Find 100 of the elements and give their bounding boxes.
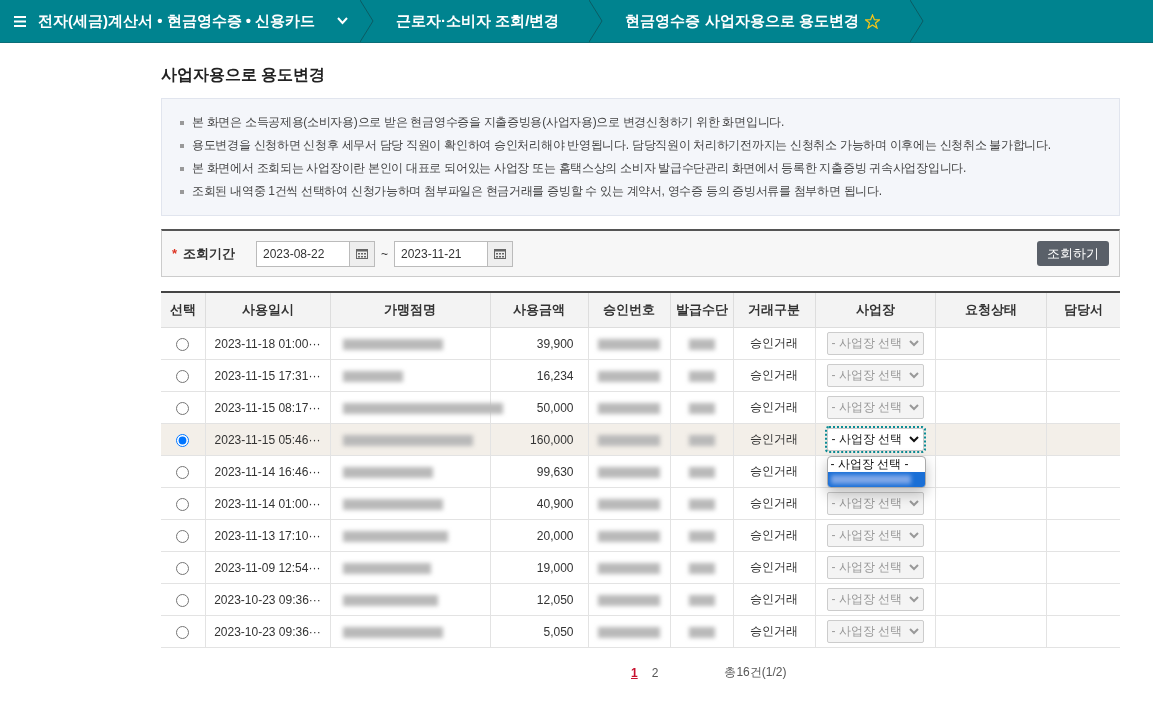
table-cell: 2023-10-23 09:36··· xyxy=(205,583,330,616)
notice-text: 본 화면에서 조회되는 사업장이란 본인이 대표로 되어있는 사업장 또는 홈택스상의 소비자 발급수단관리 화면에서 등록한 지출증빙 귀속사업장입니다. xyxy=(192,161,966,176)
chevron-down-icon xyxy=(908,436,919,443)
table-cell: 승인거래 xyxy=(733,359,815,392)
chevron-down-icon xyxy=(908,596,919,603)
column-header: 가맹점명 xyxy=(330,292,490,328)
table-cell: 5,050 xyxy=(490,615,588,648)
chevron-down-icon xyxy=(908,340,919,347)
table-cell: 승인거래 xyxy=(733,551,815,584)
notice-text: 조회된 내역중 1건씩 선택하여 신청가능하며 첨부파일은 현금거래를 증빙할 수 있는 계약서, 영수증 등의 증빙서류를 첨부하면 됩니다. xyxy=(192,184,882,199)
column-header: 담당서 xyxy=(1046,292,1120,328)
column-header: 요청상태 xyxy=(935,292,1046,328)
chevron-down-icon xyxy=(337,17,348,25)
chevron-down-icon xyxy=(908,532,919,539)
blurred-text xyxy=(688,402,715,414)
table-cell: 2023-11-15 17:31··· xyxy=(205,359,330,392)
date-field[interactable]: 2023-11-21 xyxy=(394,240,513,267)
table-cell: 승인거래 xyxy=(733,615,815,648)
blurred-text xyxy=(598,498,660,510)
table-cell: 99,630 xyxy=(490,455,588,488)
blurred-text xyxy=(688,594,715,606)
table-cell: 160,000 xyxy=(490,423,588,456)
column-header: 발급수단 xyxy=(670,292,733,328)
blurred-text xyxy=(688,530,715,542)
table-cell: 승인거래 xyxy=(733,455,815,488)
page-title: 사업자용으로 용도변경 xyxy=(161,65,326,85)
table-cell: 2023-11-13 17:10··· xyxy=(205,519,330,552)
column-header: 승인번호 xyxy=(588,292,670,328)
dropdown-option[interactable] xyxy=(827,472,925,487)
chevron-down-icon xyxy=(908,500,919,507)
column-header: 선택 xyxy=(161,292,205,328)
blurred-text xyxy=(598,370,660,382)
table-cell: 승인거래 xyxy=(733,327,815,360)
bullet-icon xyxy=(180,166,184,171)
table-cell: 승인거래 xyxy=(733,487,815,520)
column-header: 사용일시 xyxy=(205,292,330,328)
blurred-text xyxy=(598,466,660,478)
field-label: 조회기간 xyxy=(183,244,236,263)
radio-button[interactable] xyxy=(176,369,190,383)
blurred-text xyxy=(598,530,660,542)
chevron-down-icon xyxy=(908,628,919,635)
blurred-text xyxy=(598,434,660,446)
table-cell: 40,900 xyxy=(490,487,588,520)
range-separator: ~ xyxy=(381,246,388,261)
menu-dropdown[interactable]: 전자(세금)계산서 • 현금영수증 • 신용카드 xyxy=(0,0,360,42)
chevron-down-icon xyxy=(908,564,919,571)
blurred-text xyxy=(688,370,715,382)
table-cell: 승인거래 xyxy=(733,583,815,616)
blurred-text xyxy=(688,338,715,350)
breadcrumb-current[interactable]: 현금영수증 사업자용으로 용도변경 xyxy=(603,0,910,42)
table-cell: 50,000 xyxy=(490,391,588,424)
search-button[interactable]: 조회하기 xyxy=(1037,241,1109,266)
blurred-text xyxy=(342,370,403,382)
blurred-text xyxy=(688,562,715,574)
workplace-select[interactable]: - 사업장 선택 xyxy=(826,428,924,451)
table-cell: 승인거래 xyxy=(733,391,815,424)
chevron-down-icon xyxy=(908,372,919,379)
radio-button[interactable] xyxy=(176,433,190,447)
blurred-text xyxy=(598,402,660,414)
radio-button[interactable] xyxy=(176,625,190,639)
separator-chevron-icon xyxy=(909,0,924,42)
bullet-icon xyxy=(180,189,184,194)
blurred-text xyxy=(688,434,715,446)
blurred-text xyxy=(598,626,660,638)
total-count: 총16건(1/2) xyxy=(724,664,787,681)
column-header: 거래구분 xyxy=(733,292,815,328)
chevron-down-icon xyxy=(908,404,919,411)
required-mark: * xyxy=(172,246,178,261)
date-field[interactable]: 2023-08-22 xyxy=(256,240,375,267)
calendar-icon[interactable] xyxy=(356,248,368,259)
radio-button[interactable] xyxy=(176,465,190,479)
separator-chevron-icon xyxy=(589,0,604,42)
radio-button[interactable] xyxy=(176,529,190,543)
blurred-text xyxy=(598,338,660,350)
table-cell: 16,234 xyxy=(490,359,588,392)
blurred-text xyxy=(598,562,660,574)
radio-button[interactable] xyxy=(176,561,190,575)
bullet-icon xyxy=(180,120,184,125)
table-cell: 2023-11-09 12:54··· xyxy=(205,551,330,584)
page-link[interactable]: 1 xyxy=(631,665,638,680)
bullet-icon xyxy=(180,143,184,148)
table-cell: 20,000 xyxy=(490,519,588,552)
breadcrumb-link[interactable]: 근로자·소비자 조회/변경 xyxy=(374,0,590,42)
radio-button[interactable] xyxy=(176,593,190,607)
table-cell: 2023-11-14 16:46··· xyxy=(205,455,330,488)
table-cell: 2023-11-18 01:00··· xyxy=(205,327,330,360)
radio-button[interactable] xyxy=(176,337,190,351)
column-header: 사업장 xyxy=(815,292,935,328)
calendar-icon[interactable] xyxy=(494,248,506,259)
separator-chevron-icon xyxy=(360,0,374,42)
blurred-text xyxy=(688,498,715,510)
notice-text: 용도변경을 신청하면 신청후 세무서 담당 직원이 확인하여 승인처리해야 반영됩니다. 담당직원이 처리하기전까지는 신청취소 가능하며 이후에는 신청취소 불가합니다. xyxy=(192,138,1051,153)
star-icon[interactable] xyxy=(864,13,880,29)
notice-text: 본 화면은 소득공제용(소비자용)으로 받은 현금영수증을 지출증빙용(사업자용)으로 변경신청하기 위한 화면입니다. xyxy=(192,115,784,130)
table-cell: 19,000 xyxy=(490,551,588,584)
radio-button[interactable] xyxy=(176,401,190,415)
radio-button[interactable] xyxy=(176,497,190,511)
page-link[interactable]: 2 xyxy=(651,665,659,680)
blurred-text xyxy=(688,626,715,638)
blurred-text xyxy=(598,594,660,606)
